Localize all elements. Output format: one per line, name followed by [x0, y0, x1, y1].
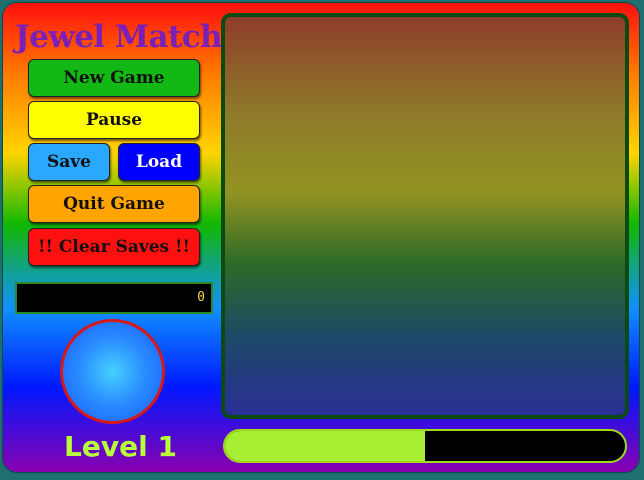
- game-window: Jewel Match New Game Pause Save Load Qui…: [3, 3, 639, 472]
- clear-saves-button[interactable]: !! Clear Saves !!: [28, 228, 200, 266]
- quit-game-button[interactable]: Quit Game: [28, 185, 200, 223]
- game-title: Jewel Match: [15, 19, 223, 55]
- level-progress-bar: [223, 429, 627, 463]
- pause-button[interactable]: Pause: [28, 101, 200, 139]
- level-label: Level 1: [64, 430, 177, 463]
- new-game-button[interactable]: New Game: [28, 59, 200, 97]
- progress-bar-fill: [225, 431, 425, 461]
- save-button[interactable]: Save: [28, 143, 110, 181]
- load-button[interactable]: Load: [118, 143, 200, 181]
- score-display: 0: [15, 282, 213, 314]
- game-board[interactable]: [221, 13, 629, 419]
- blue-orb-icon: [60, 319, 165, 424]
